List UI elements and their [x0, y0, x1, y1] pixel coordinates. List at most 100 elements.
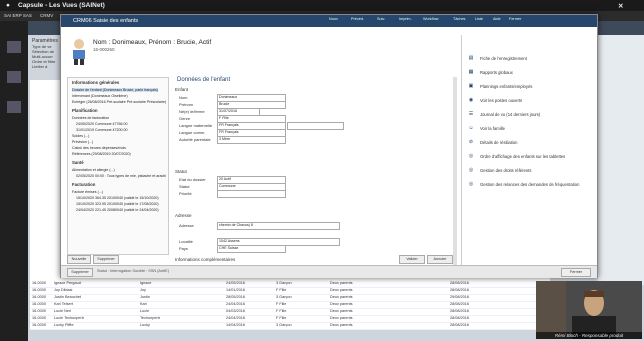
tree-section-health[interactable]: Santé [72, 160, 84, 165]
person-id: 16-000260 [93, 47, 115, 52]
tree-item[interactable]: Dossier de l'enfant (Donimeaux Brucie, p… [72, 88, 158, 92]
tree-item[interactable]: Alimentation et allergie (...) [72, 168, 115, 172]
table-cell: 28/08/2016 [450, 302, 470, 306]
table-cell: Deux parents [330, 309, 353, 313]
toolbar-prev[interactable]: Précéd. [351, 17, 364, 21]
table-cell: Deux parents [330, 281, 353, 285]
tree-item[interactable]: Prévision (...) [72, 140, 93, 144]
tree-item[interactable]: Calcul des heures dépenses/mois [72, 146, 126, 150]
priority-select[interactable] [217, 190, 286, 198]
table-cell: 28/08/2016 [450, 316, 470, 320]
toolbar-list[interactable]: Liste [475, 17, 483, 21]
action-journal[interactable]: Journal de vu (14 derniers jours) [480, 112, 540, 117]
tree-item[interactable]: 31/01/2019 Commune 47200.00 [76, 128, 128, 132]
home-icon[interactable] [7, 41, 21, 53]
child-avatar-icon [73, 39, 85, 65]
label-parental-authority: Autorité parentale [179, 137, 211, 142]
record-sheet-icon: ▤ [468, 55, 474, 61]
section-complementary[interactable]: Informations complémentaires [175, 257, 235, 262]
mother-tongue-extra-select[interactable] [287, 122, 344, 130]
action-referent-rights[interactable]: Gestion des droits référents [480, 168, 531, 173]
table-cell: 3 Garçon [276, 323, 292, 327]
tree-item[interactable]: Données de facturation [72, 116, 109, 120]
table-cell: 3 Garçon [276, 281, 292, 285]
family-icon: ☺ [468, 125, 474, 131]
toolbar-help[interactable]: Aide [493, 17, 501, 21]
action-termination[interactable]: Détails de résiliation [480, 140, 517, 145]
table-cell: 16-0000 [32, 323, 46, 327]
table-cell: F Fille [276, 288, 287, 292]
toolbar-tasks[interactable]: Tâches [453, 17, 465, 21]
validate-button[interactable]: Valider [399, 255, 425, 264]
cancel-button[interactable]: Annuler [427, 255, 453, 264]
table-cell: 24/04/2016 [226, 302, 246, 306]
table-cell: Kari [140, 302, 147, 306]
table-cell: Lucky Piffte [54, 323, 74, 327]
person-name: Nom : Donimeaux, Prénom : Brucie, Actif [93, 39, 212, 46]
toolbar-workflow[interactable]: Workflow [423, 17, 439, 21]
action-open-posts[interactable]: Voir les postes ouverts [480, 98, 522, 103]
table-row[interactable]: 16-0000 Lucky Piffte Lucky 14/04/2016 3 Garç… [30, 322, 550, 330]
action-tablet-order[interactable]: Ordre d'affichage des enfants sur les ta… [480, 154, 565, 159]
label-priority: Priorité [179, 191, 192, 196]
tree-item[interactable]: Intervenant (Donimeaux Oiseliène) [72, 94, 128, 98]
tree-item[interactable]: 15/10/2020 323.95 20100040 (validé le 17… [76, 202, 159, 206]
close-button[interactable]: Fermer [561, 268, 591, 277]
action-view-family[interactable]: Voir la famille [480, 126, 505, 131]
presenter-image [536, 281, 642, 339]
table-cell: Deux parents [330, 323, 353, 327]
tree-item[interactable]: Soldes (...) [72, 134, 89, 138]
parental-authority-select[interactable]: 3 Mère [217, 136, 286, 144]
folder-icon[interactable] [7, 71, 21, 83]
section-child: Enfant [175, 87, 189, 92]
address-field[interactable]: chemin de Chavus) 8 [217, 222, 340, 230]
webcam-caption: Rémi Bloch - Responsable produit [536, 332, 642, 339]
window-title: Capsule - Les Vues (SAINet) [18, 2, 105, 9]
dialog-footer: Supprimer Statut : Interrogation Société… [61, 265, 597, 278]
delete-button[interactable]: Supprimer [93, 255, 119, 264]
table-cell: Deux parents [330, 288, 353, 292]
tree-section-general[interactable]: Informations générales [72, 80, 119, 85]
child-entry-dialog: CRM06 Saisie des enfants Nouv Précéd. Su… [60, 14, 598, 278]
tree-section-billing[interactable]: Facturation [72, 182, 95, 187]
action-reminders[interactable]: Gestion des relances des demandes de fré… [480, 182, 579, 187]
table-cell: Lucie Neri [54, 309, 72, 313]
journal-icon: ☰ [468, 111, 474, 117]
bg-right-panel [598, 35, 644, 285]
table-cell: 04/03/2016 [226, 309, 246, 313]
open-posts-icon: ◉ [468, 97, 474, 103]
new-button[interactable]: Nouvelle [67, 255, 91, 264]
action-record-sheet[interactable]: Fiche de l'enregistrement [480, 56, 527, 61]
table-cell: Kari Telsert [54, 302, 73, 306]
tree-item[interactable]: 15/10/2020 364.35 20100040 (validé le 15… [76, 196, 159, 200]
table-cell: 14/04/2016 [226, 323, 246, 327]
action-planning[interactable]: Plannings enfants/employés [480, 84, 532, 89]
toolbar-next[interactable]: Suiv. [377, 17, 385, 21]
rights-icon: ◎ [468, 167, 474, 173]
form-scrollbar[interactable] [453, 77, 457, 265]
table-cell: 16-0000 [32, 295, 46, 299]
action-global-reports[interactable]: Rapports globaux [480, 70, 513, 75]
tree-section-planning[interactable]: Planification [72, 108, 98, 113]
toolbar-print[interactable]: Imprim. [399, 17, 412, 21]
label-nom: Nom [179, 95, 188, 100]
label-mother-tongue: Langue maternelle [179, 123, 213, 128]
tree-item[interactable]: 02/05/2020 00:00 : Tous types de mie, pi… [76, 174, 166, 178]
footer-delete-button[interactable]: Supprimer [67, 268, 93, 277]
table-cell: 16-0000 [32, 281, 46, 285]
toolbar-close[interactable]: Fermer [509, 17, 521, 21]
country-select[interactable]: CHE Suisse [217, 245, 286, 253]
window-title-bar: ● Capsule - Les Vues (SAINet) ✕ [0, 0, 644, 11]
tree-item[interactable]: Echéger (26/08/2016 Pré-scolaire Pré-sco… [72, 100, 166, 104]
tablet-order-icon: ◎ [468, 153, 474, 159]
tree-item[interactable]: 24/05/2020 Commune 47766.00 [76, 122, 128, 126]
toolbar-new[interactable]: Nouv [329, 17, 338, 21]
table-cell: Deux parents [330, 302, 353, 306]
list-icon[interactable] [7, 101, 21, 113]
table-cell: 24/05/2016 [226, 281, 246, 285]
tree-item[interactable]: Facture émises (...) [72, 190, 103, 194]
reports-icon: ▦ [468, 69, 474, 75]
close-icon[interactable]: ✕ [618, 2, 623, 10]
tree-item[interactable]: Références (29/08/2019 20/07/2020) [72, 152, 131, 156]
tree-item[interactable]: 24/04/2020 221.45 20080040 (validé le 24… [76, 208, 159, 212]
